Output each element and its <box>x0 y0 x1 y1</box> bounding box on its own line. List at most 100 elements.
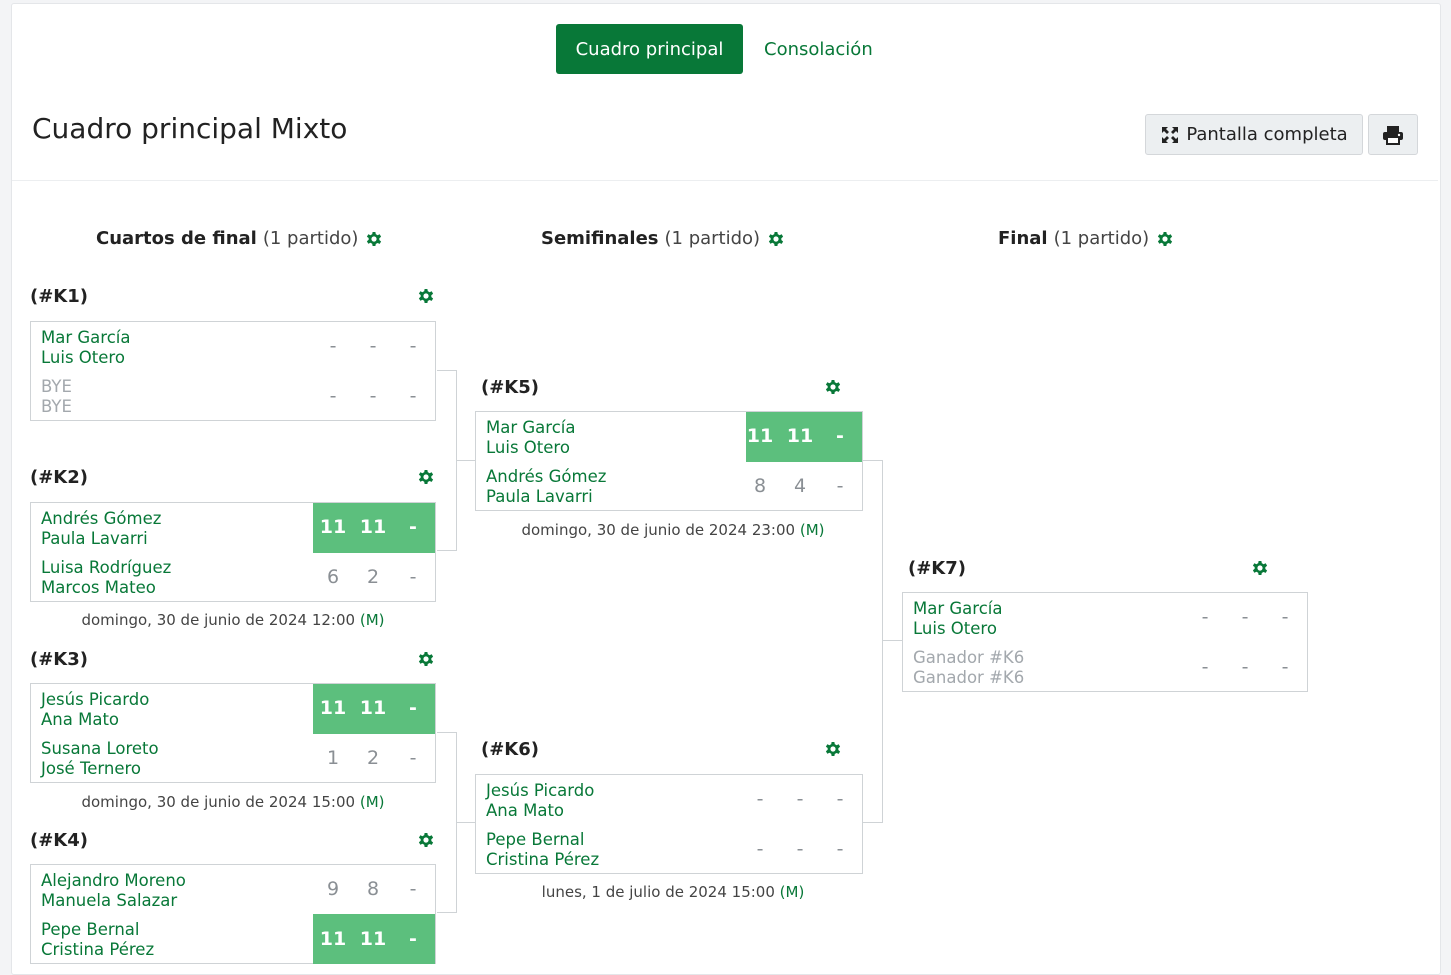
tab-consolation[interactable]: Consolación <box>764 24 873 74</box>
player-name: Andrés Gómez <box>41 509 162 528</box>
set-score: - <box>1201 606 1209 628</box>
set-score: 11 <box>359 516 387 538</box>
team-2[interactable]: Susana Loreto José Ternero <box>41 739 159 779</box>
team-1[interactable]: Alejandro Moreno Manuela Salazar <box>41 871 186 911</box>
match-card-k5[interactable]: Mar García Luis Otero Andrés Gómez Paula L… <box>475 411 863 511</box>
match-date: domingo, 30 de junio de 2024 15:00 <box>81 793 356 811</box>
team-2[interactable]: Pepe Bernal Cristina Pérez <box>41 920 154 960</box>
player-name: Jesús Picardo <box>41 690 150 709</box>
bracket-connector <box>863 822 883 823</box>
player-name: BYE <box>41 377 72 396</box>
team-1[interactable]: Jesús Picardo Ana Mato <box>41 690 149 730</box>
round-count: (1 partido) <box>664 228 761 249</box>
set-score: - <box>836 788 844 810</box>
gear-icon[interactable] <box>1155 229 1175 249</box>
set-score: - <box>329 385 337 407</box>
match-card-k2[interactable]: Andrés Gómez Paula Lavarri Luisa Rodrígue… <box>30 502 436 602</box>
set-score: - <box>796 838 804 860</box>
set-score: 2 <box>366 747 380 769</box>
player-name: Ganador #K6 <box>913 668 1025 687</box>
player-name: Luisa Rodríguez <box>41 558 172 577</box>
bracket-connector <box>437 550 457 551</box>
player-name: José Ternero <box>41 759 141 778</box>
gear-icon[interactable] <box>823 739 843 759</box>
match-card-k1[interactable]: Mar García Luis Otero BYE BYE - - - - - - <box>30 321 436 421</box>
player-name: Andrés Gómez <box>486 467 607 486</box>
team-2: Ganador #K6 Ganador #K6 <box>913 648 1024 688</box>
team-1[interactable]: Mar García Luis Otero <box>486 418 575 458</box>
match-id: (#K3) <box>30 649 89 670</box>
bracket-connector <box>882 460 883 823</box>
set-score: - <box>1281 606 1289 628</box>
set-score: - <box>1241 656 1249 678</box>
match-card-k7[interactable]: Mar García Luis Otero Ganador #K6 Ganador … <box>902 592 1308 692</box>
match-card-k3[interactable]: Jesús Picardo Ana Mato Susana Loreto José … <box>30 683 436 783</box>
round-count: (1 partido) <box>1053 228 1150 249</box>
set-score: - <box>836 838 844 860</box>
set-score: - <box>369 335 377 357</box>
round-name: Semifinales <box>541 228 659 249</box>
bracket-connector <box>863 460 883 461</box>
set-score: 11 <box>786 425 814 447</box>
court-label: (M) <box>359 793 385 811</box>
set-score: - <box>796 788 804 810</box>
set-score: - <box>409 747 417 769</box>
match-schedule: domingo, 30 de junio de 2024 12:00 (M) <box>30 611 436 629</box>
gear-icon[interactable] <box>823 377 843 397</box>
match-id: (#K7) <box>908 558 967 579</box>
gear-icon[interactable] <box>364 229 384 249</box>
match-card-k6[interactable]: Jesús Picardo Ana Mato Pepe Bernal Cristin… <box>475 774 863 874</box>
player-name: Pepe Bernal <box>486 830 585 849</box>
player-name: Jesús Picardo <box>486 781 595 800</box>
bracket-connector <box>882 640 902 641</box>
match-id: (#K2) <box>30 467 89 488</box>
team-2[interactable]: Andrés Gómez Paula Lavarri <box>486 467 606 507</box>
bracket-connector <box>456 460 475 461</box>
gear-icon[interactable] <box>416 286 436 306</box>
set-score: - <box>409 516 417 538</box>
team-1[interactable]: Jesús Picardo Ana Mato <box>486 781 594 821</box>
player-name: Marcos Mateo <box>41 578 156 597</box>
page-title: Cuadro principal Mixto <box>32 112 348 145</box>
match-schedule: domingo, 30 de junio de 2024 15:00 (M) <box>30 793 436 811</box>
set-score: - <box>409 566 417 588</box>
match-schedule: domingo, 30 de junio de 2024 23:00 (M) <box>475 521 871 539</box>
gear-icon[interactable] <box>1250 558 1270 578</box>
match-id: (#K4) <box>30 830 89 851</box>
player-name: Paula Lavarri <box>41 529 148 548</box>
player-name: Mar García <box>913 599 1003 618</box>
player-name: Mar García <box>41 328 131 347</box>
team-2[interactable]: Luisa Rodríguez Marcos Mateo <box>41 558 171 598</box>
match-id: (#K1) <box>30 286 89 307</box>
set-score: 11 <box>746 425 774 447</box>
team-1[interactable]: Mar García Luis Otero <box>41 328 130 368</box>
team-1[interactable]: Mar García Luis Otero <box>913 599 1002 639</box>
gear-icon[interactable] <box>766 229 786 249</box>
print-icon <box>1382 125 1404 145</box>
fullscreen-label: Pantalla completa <box>1186 124 1348 145</box>
set-score: - <box>409 878 417 900</box>
set-score: - <box>1281 656 1289 678</box>
player-name: Manuela Salazar <box>41 891 178 910</box>
team-1[interactable]: Andrés Gómez Paula Lavarri <box>41 509 161 549</box>
gear-icon[interactable] <box>416 467 436 487</box>
bracket-connector <box>437 912 457 913</box>
team-2[interactable]: Pepe Bernal Cristina Pérez <box>486 830 599 870</box>
gear-icon[interactable] <box>416 649 436 669</box>
tab-main-draw[interactable]: Cuadro principal <box>556 24 743 74</box>
set-score: 2 <box>366 566 380 588</box>
player-name: Cristina Pérez <box>41 940 155 959</box>
bracket-connector <box>456 822 475 823</box>
bracket-connector <box>437 732 457 733</box>
set-score: 11 <box>359 697 387 719</box>
set-score: 8 <box>366 878 380 900</box>
match-date: domingo, 30 de junio de 2024 12:00 <box>81 611 356 629</box>
set-score: - <box>836 425 844 447</box>
print-button[interactable] <box>1368 114 1418 155</box>
fullscreen-button[interactable]: Pantalla completa <box>1145 114 1363 155</box>
gear-icon[interactable] <box>416 830 436 850</box>
match-card-k4[interactable]: Alejandro Moreno Manuela Salazar Pepe Ber… <box>30 864 436 964</box>
player-name: Cristina Pérez <box>486 850 600 869</box>
set-score: 11 <box>319 928 347 950</box>
player-name: Paula Lavarri <box>486 487 593 506</box>
